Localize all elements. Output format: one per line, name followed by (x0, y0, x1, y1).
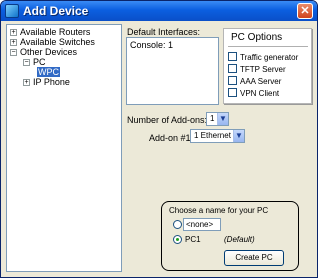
option-label: AAA Server (240, 77, 282, 86)
checkbox[interactable] (228, 52, 237, 61)
addons-count-label: Number of Add-ons: (127, 115, 208, 125)
default-note: (Default) (224, 235, 255, 244)
custom-name-radio[interactable] (173, 220, 182, 229)
default-name-radio[interactable] (173, 235, 182, 244)
close-button[interactable]: ✕ (297, 3, 313, 19)
expand-icon[interactable]: + (23, 79, 30, 86)
checkbox[interactable] (228, 88, 237, 97)
default-name-label: PC1 (185, 235, 201, 244)
add-device-window: Add Device ✕ + Available Routers + Availab… (0, 0, 318, 278)
option-label: TFTP Server (240, 65, 286, 74)
tree-item-label: Other Devices (20, 47, 78, 57)
default-interfaces-list[interactable]: Console: 1 (126, 37, 219, 105)
option-tftp-server[interactable]: TFTP Server (228, 64, 286, 74)
tree-item-label: Available Routers (20, 27, 91, 37)
pc-options-title: PC Options (231, 32, 283, 43)
pc-options-panel: PC Options Traffic generator TFTP Server… (223, 28, 312, 104)
collapse-icon[interactable]: − (10, 49, 17, 56)
option-vpn-client[interactable]: VPN Client (228, 88, 279, 98)
option-label: Traffic generator (240, 53, 299, 62)
tree-item-label: PC (33, 57, 46, 67)
custom-name-input[interactable]: <none> (183, 218, 221, 231)
expand-icon[interactable]: + (10, 29, 17, 36)
chevron-down-icon[interactable]: ▼ (233, 130, 244, 142)
addons-count-select[interactable]: 1 ▼ (206, 112, 229, 126)
tree-item-label: WPC (37, 67, 60, 77)
default-interfaces-label: Default Interfaces: (127, 27, 201, 37)
divider (228, 46, 308, 47)
tree-item-label: IP Phone (33, 77, 70, 87)
tree-item-label: Available Switches (20, 37, 95, 47)
addon-1-select[interactable]: 1 Ethernet ▼ (190, 129, 245, 143)
create-pc-button[interactable]: Create PC (224, 250, 284, 266)
window-title: Add Device (23, 4, 89, 18)
option-label: VPN Client (240, 89, 280, 98)
checkbox[interactable] (228, 76, 237, 85)
select-value: 1 Ethernet (194, 131, 231, 140)
chevron-down-icon[interactable]: ▼ (217, 113, 228, 125)
select-value: 1 (210, 114, 215, 123)
pc-name-group: Choose a name for your PC <none> PC1 (De… (161, 201, 299, 271)
pc-name-title: Choose a name for your PC (169, 206, 269, 215)
tree-item-ip-phone[interactable]: + IP Phone (23, 77, 70, 88)
close-icon: ✕ (300, 5, 310, 17)
addon-1-label: Add-on #1 (149, 133, 191, 143)
device-tree[interactable]: + Available Routers + Available Switches −… (6, 24, 122, 272)
expand-icon[interactable]: + (10, 39, 17, 46)
app-icon (5, 4, 19, 18)
option-traffic-generator[interactable]: Traffic generator (228, 52, 298, 62)
collapse-icon[interactable]: − (23, 59, 30, 66)
option-aaa-server[interactable]: AAA Server (228, 76, 281, 86)
checkbox[interactable] (228, 64, 237, 73)
title-bar[interactable]: Add Device ✕ (1, 1, 317, 21)
interface-item: Console: 1 (130, 40, 174, 50)
